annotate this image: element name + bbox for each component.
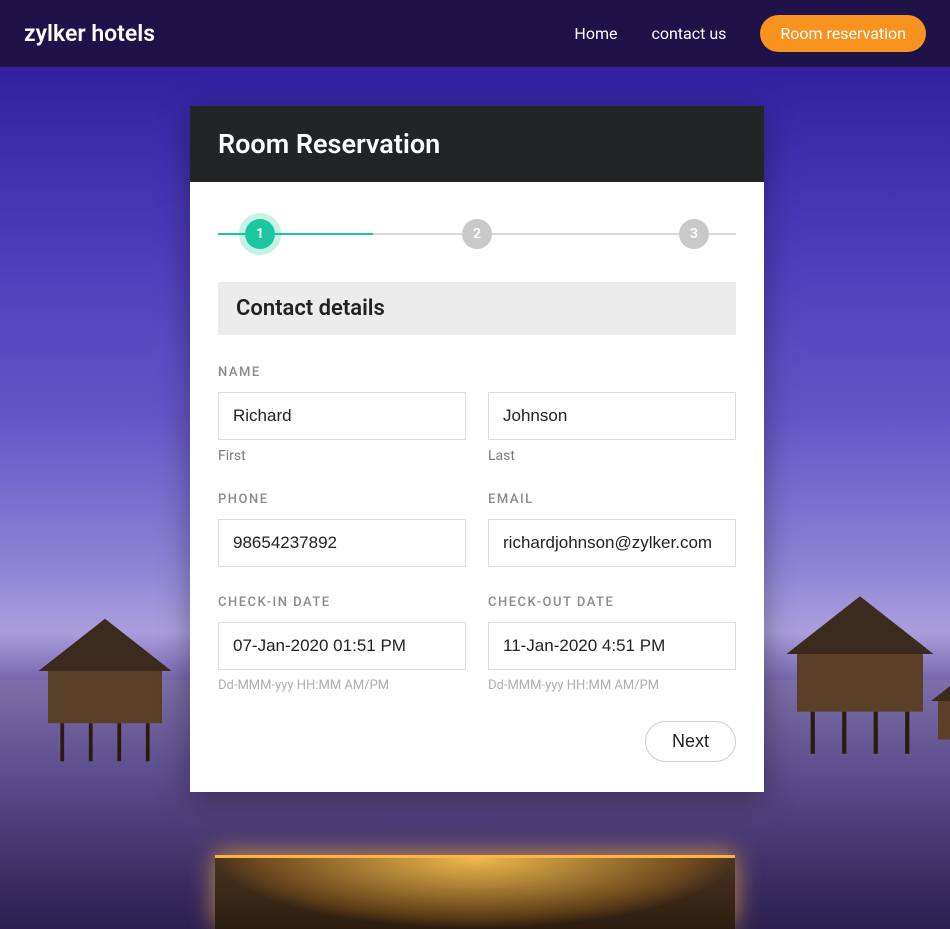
step-2[interactable]: 2 [462, 219, 492, 249]
hint-checkout: Dd-MMM-yyy HH:MM AM/PM [488, 678, 736, 693]
next-button[interactable]: Next [645, 721, 736, 762]
nav-link-contact[interactable]: contact us [651, 24, 726, 43]
card-body: 1 2 3 Contact details NAME First Last PH… [190, 182, 764, 792]
next-row: Next [218, 721, 736, 762]
stepper: 1 2 3 [218, 214, 736, 254]
label-name: NAME [218, 365, 466, 380]
sublabel-first: First [218, 448, 466, 464]
col-first-name: NAME First [218, 365, 466, 464]
phone-input[interactable] [218, 519, 466, 567]
first-name-input[interactable] [218, 392, 466, 440]
nav-link-home[interactable]: Home [574, 24, 617, 43]
label-checkin: CHECK-IN DATE [218, 595, 466, 610]
navbar: zylker hotels Home contact us Room reser… [0, 0, 950, 67]
label-email: EMAIL [488, 492, 736, 507]
hint-checkin: Dd-MMM-yyy HH:MM AM/PM [218, 678, 466, 693]
row-phone-email: PHONE EMAIL [218, 492, 736, 567]
nav-links: Home contact us Room reservation [574, 15, 926, 52]
nav-cta-reservation[interactable]: Room reservation [760, 15, 926, 52]
decor-dock [215, 855, 735, 929]
step-3[interactable]: 3 [679, 219, 709, 249]
brand-logo[interactable]: zylker hotels [24, 20, 155, 47]
col-checkout: CHECK-OUT DATE Dd-MMM-yyy HH:MM AM/PM [488, 595, 736, 693]
label-name-spacer [488, 365, 736, 380]
label-checkout: CHECK-OUT DATE [488, 595, 736, 610]
col-checkin: CHECK-IN DATE Dd-MMM-yyy HH:MM AM/PM [218, 595, 466, 693]
decor-hut [787, 596, 934, 754]
card-title: Room Reservation [190, 106, 764, 182]
checkin-input[interactable] [218, 622, 466, 670]
label-phone: PHONE [218, 492, 466, 507]
last-name-input[interactable] [488, 392, 736, 440]
sublabel-last: Last [488, 448, 736, 464]
decor-hut [39, 619, 172, 762]
checkout-input[interactable] [488, 622, 736, 670]
decor-hut [931, 663, 950, 768]
row-dates: CHECK-IN DATE Dd-MMM-yyy HH:MM AM/PM CHE… [218, 595, 736, 693]
step-1[interactable]: 1 [245, 219, 275, 249]
col-phone: PHONE [218, 492, 466, 567]
step-line-done [218, 233, 373, 235]
row-name: NAME First Last [218, 365, 736, 464]
col-last-name: Last [488, 365, 736, 464]
email-input[interactable] [488, 519, 736, 567]
section-title: Contact details [218, 282, 736, 335]
col-email: EMAIL [488, 492, 736, 567]
reservation-card: Room Reservation 1 2 3 Contact details N… [190, 106, 764, 792]
